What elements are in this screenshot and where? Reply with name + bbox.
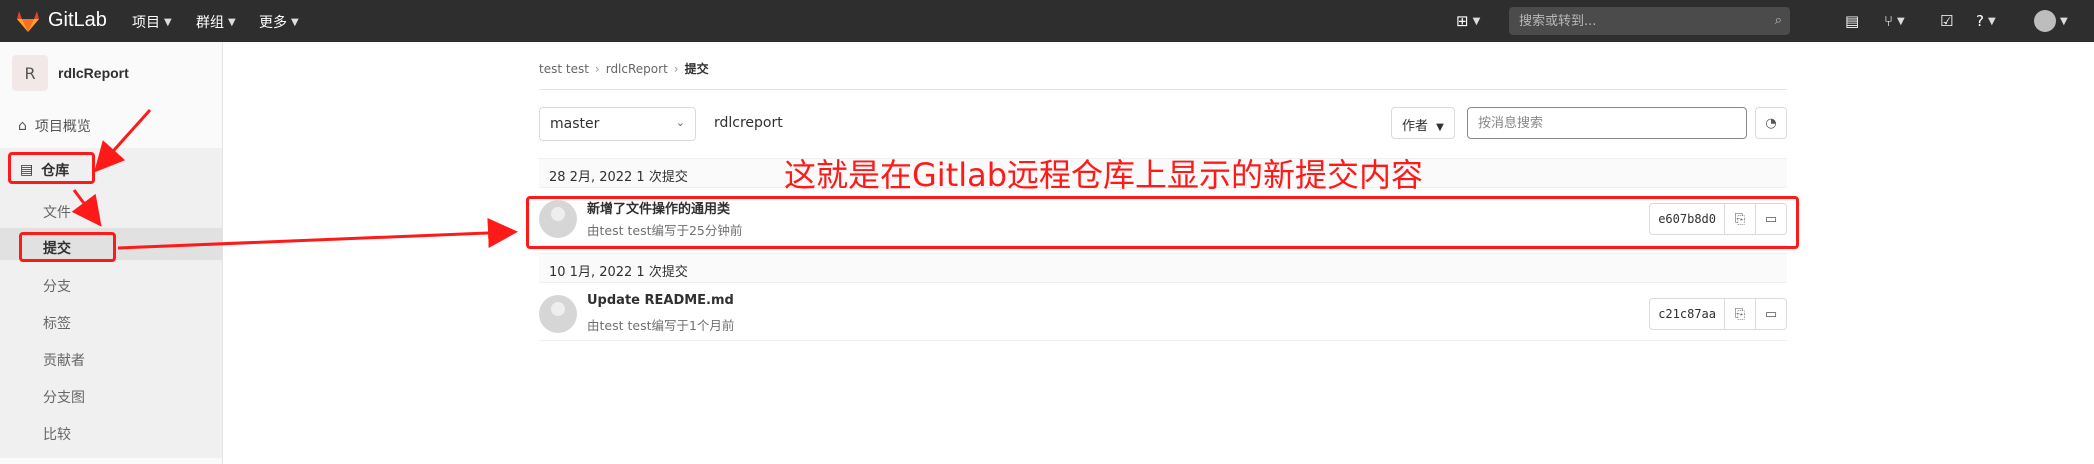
arrow-to-repository [93,108,152,173]
arrow-to-commits [71,189,102,227]
annotation-arrows [71,108,518,250]
arrow-to-commit-row [117,217,518,250]
